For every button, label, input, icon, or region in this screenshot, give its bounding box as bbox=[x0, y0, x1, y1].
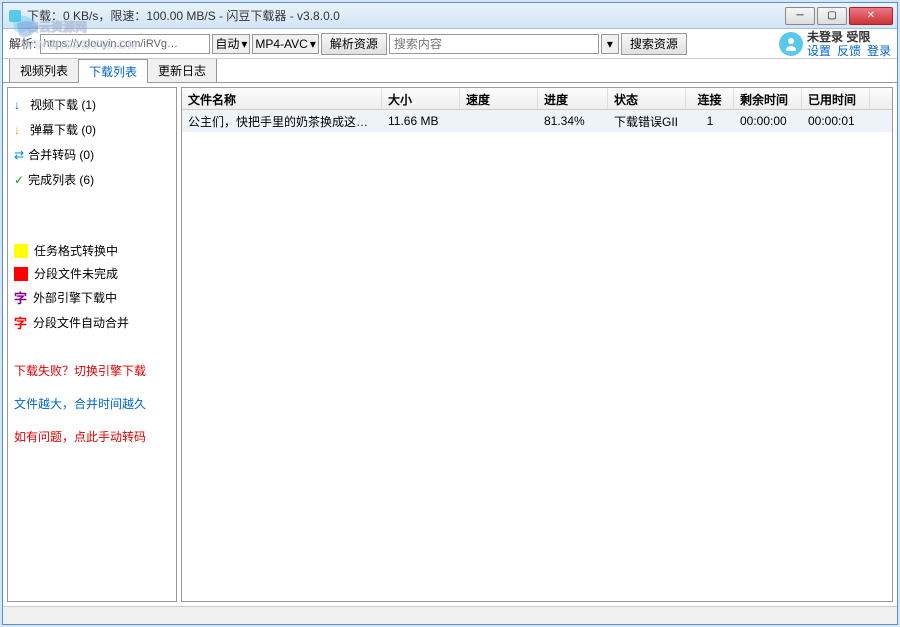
down-arrow-icon: ↓ bbox=[14, 98, 26, 112]
tip-merge-time[interactable]: 文件越大，合并时间越久 bbox=[14, 395, 170, 412]
table-row[interactable]: 公主们，快把手里的奶茶换成这个小… 11.66 MB 81.34% 下载错误GI… bbox=[182, 110, 892, 132]
minimize-button[interactable]: ─ bbox=[785, 7, 815, 25]
user-block: 未登录 受限 设置 反馈 登录 bbox=[779, 30, 891, 58]
swatch-yellow bbox=[14, 244, 28, 258]
window-title: 下载：0 KB/s，限速：100.00 MB/S - 闪豆下载器 - v3.8.… bbox=[27, 7, 783, 24]
cell-progress: 81.34% bbox=[538, 111, 608, 131]
chevron-down-icon: ▾ bbox=[241, 37, 247, 51]
app-icon bbox=[7, 8, 23, 24]
login-link[interactable]: 登录 bbox=[867, 44, 891, 58]
tip-manual-transcode[interactable]: 如有问题，点此手动转码 bbox=[14, 428, 170, 445]
legend-external-engine: 字 外部引擎下载中 bbox=[14, 288, 170, 307]
tab-changelog[interactable]: 更新日志 bbox=[147, 58, 217, 82]
avatar[interactable] bbox=[779, 32, 803, 56]
search-button[interactable]: 搜索资源 bbox=[621, 33, 687, 55]
col-size[interactable]: 大小 bbox=[382, 88, 460, 109]
window-controls: ─ ▢ ✕ bbox=[783, 7, 893, 25]
sidebar-item-merge-transcode[interactable]: ⇄ 合并转码 (0) bbox=[14, 142, 170, 167]
url-input[interactable] bbox=[40, 34, 210, 54]
content-panel: 文件名称 大小 速度 进度 状态 连接 剩余时间 已用时间 公主们，快把手里的奶… bbox=[181, 87, 893, 602]
cell-filename: 公主们，快把手里的奶茶换成这个小… bbox=[182, 110, 382, 133]
main-area: ↓ 视频下载 (1) ↓ 弹幕下载 (0) ⇄ 合并转码 (0) ✓ 完成列表 … bbox=[3, 83, 897, 606]
col-progress[interactable]: 进度 bbox=[538, 88, 608, 109]
close-button[interactable]: ✕ bbox=[849, 7, 893, 25]
cell-connections: 1 bbox=[686, 111, 734, 131]
cell-speed bbox=[460, 118, 538, 124]
cell-status: 下载错误GII bbox=[608, 110, 686, 133]
tabs-row: 视频列表 下载列表 更新日志 bbox=[3, 59, 897, 83]
col-status[interactable]: 状态 bbox=[608, 88, 686, 109]
settings-link[interactable]: 设置 bbox=[807, 44, 831, 58]
feedback-link[interactable]: 反馈 bbox=[837, 44, 861, 58]
legend-auto-merge: 字 分段文件自动合并 bbox=[14, 313, 170, 332]
app-window: 下载：0 KB/s，限速：100.00 MB/S - 闪豆下载器 - v3.8.… bbox=[2, 2, 898, 625]
statusbar bbox=[3, 606, 897, 624]
sidebar: ↓ 视频下载 (1) ↓ 弹幕下载 (0) ⇄ 合并转码 (0) ✓ 完成列表 … bbox=[7, 87, 177, 602]
tips-block: 下载失败？切换引擎下载 文件越大，合并时间越久 如有问题，点此手动转码 bbox=[14, 362, 170, 445]
legend-format-convert: 任务格式转换中 bbox=[14, 242, 170, 259]
swatch-red bbox=[14, 267, 28, 281]
legend-block: 任务格式转换中 分段文件未完成 字 外部引擎下载中 字 分段文件自动合并 bbox=[14, 242, 170, 332]
login-status: 未登录 bbox=[807, 30, 843, 44]
swap-icon: ⇄ bbox=[14, 148, 24, 162]
search-input[interactable] bbox=[389, 34, 599, 54]
col-speed[interactable]: 速度 bbox=[460, 88, 538, 109]
sidebar-item-danmu-download[interactable]: ↓ 弹幕下载 (0) bbox=[14, 117, 170, 142]
col-remaining[interactable]: 剩余时间 bbox=[734, 88, 802, 109]
limit-status: 受限 bbox=[846, 30, 870, 44]
table-body: 公主们，快把手里的奶茶换成这个小… 11.66 MB 81.34% 下载错误GI… bbox=[182, 110, 892, 601]
format-dropdown[interactable]: MP4-AVC▾ bbox=[252, 34, 318, 54]
titlebar[interactable]: 下载：0 KB/s，限速：100.00 MB/S - 闪豆下载器 - v3.8.… bbox=[3, 3, 897, 29]
col-elapsed[interactable]: 已用时间 bbox=[802, 88, 870, 109]
down-arrow-icon: ↓ bbox=[14, 123, 26, 137]
check-icon: ✓ bbox=[14, 173, 24, 187]
parse-label: 解析: bbox=[9, 35, 36, 52]
toolbar: 白云资源网 WWW.52BYW.CN 解析: 自动▾ MP4-AVC▾ 解析资源… bbox=[3, 29, 897, 59]
maximize-button[interactable]: ▢ bbox=[817, 7, 847, 25]
legend-segment-incomplete: 分段文件未完成 bbox=[14, 265, 170, 282]
parse-button[interactable]: 解析资源 bbox=[321, 33, 387, 55]
search-dropdown[interactable]: ▾ bbox=[601, 34, 619, 54]
sidebar-item-video-download[interactable]: ↓ 视频下载 (1) bbox=[14, 92, 170, 117]
auto-dropdown[interactable]: 自动▾ bbox=[212, 34, 250, 54]
cell-size: 11.66 MB bbox=[382, 111, 460, 131]
user-text: 未登录 受限 设置 反馈 登录 bbox=[807, 30, 891, 58]
char-icon: 字 bbox=[14, 288, 27, 307]
tip-switch-engine[interactable]: 下载失败？切换引擎下载 bbox=[14, 362, 170, 379]
chevron-down-icon: ▾ bbox=[607, 37, 613, 51]
tab-download-list[interactable]: 下载列表 bbox=[78, 59, 148, 83]
col-connections[interactable]: 连接 bbox=[686, 88, 734, 109]
table-header: 文件名称 大小 速度 进度 状态 连接 剩余时间 已用时间 bbox=[182, 88, 892, 110]
col-filename[interactable]: 文件名称 bbox=[182, 88, 382, 109]
tab-video-list[interactable]: 视频列表 bbox=[9, 58, 79, 82]
sidebar-item-completed[interactable]: ✓ 完成列表 (6) bbox=[14, 167, 170, 192]
chevron-down-icon: ▾ bbox=[310, 37, 316, 51]
char-icon: 字 bbox=[14, 313, 27, 332]
cell-remaining: 00:00:00 bbox=[734, 111, 802, 131]
cell-elapsed: 00:00:01 bbox=[802, 111, 870, 131]
